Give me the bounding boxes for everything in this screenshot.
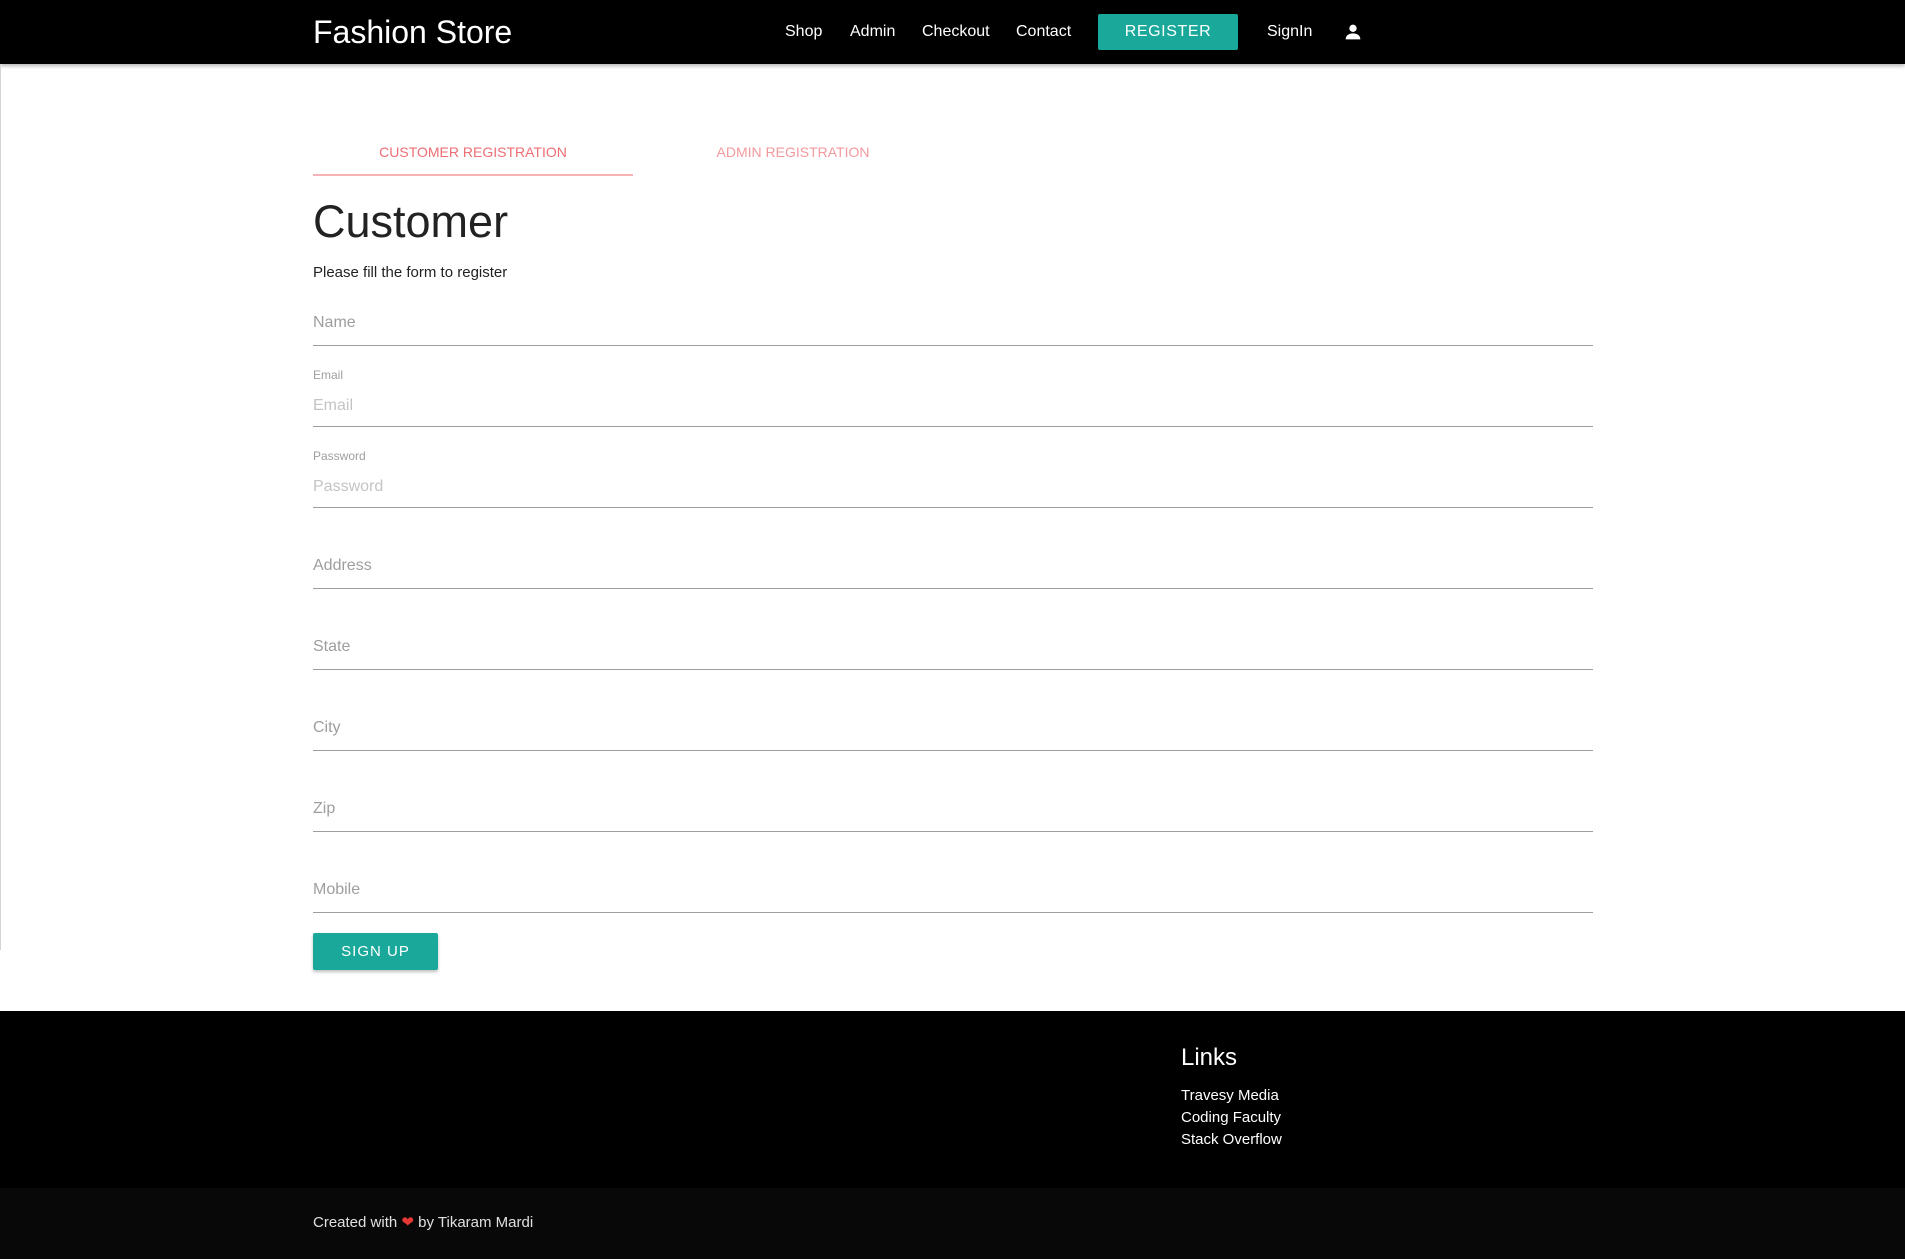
footer-link-stack-overflow[interactable]: Stack Overflow (1181, 1130, 1282, 1150)
address-input[interactable] (313, 553, 1593, 579)
sign-up-button[interactable]: SIGN UP (313, 933, 438, 970)
address-field-wrapper (313, 553, 1593, 589)
footer-copyright-bar (0, 1188, 1905, 1259)
registration-tabs: CUSTOMER REGISTRATION ADMIN REGISTRATION (313, 132, 953, 176)
copyright-author: by Tikaram Mardi (418, 1214, 534, 1231)
page-left-border (0, 64, 1, 950)
email-input[interactable] (313, 393, 1593, 419)
nav-link-signin[interactable]: SignIn (1267, 20, 1312, 44)
nav-link-admin[interactable]: Admin (850, 20, 895, 44)
nav-link-shop[interactable]: Shop (785, 20, 822, 44)
password-label: Password (313, 449, 366, 463)
nav-link-contact[interactable]: Contact (1016, 20, 1071, 44)
brand-logo[interactable]: Fashion Store (313, 12, 512, 52)
form-subtitle: Please fill the form to register (313, 264, 508, 281)
zip-field-wrapper (313, 796, 1593, 832)
zip-input[interactable] (313, 796, 1593, 822)
footer-copyright: Created with ❤ by Tikaram Mardi (313, 1213, 533, 1233)
password-field-wrapper: Password (313, 449, 1593, 508)
state-input[interactable] (313, 634, 1593, 660)
city-field-wrapper (313, 715, 1593, 751)
footer (0, 1011, 1905, 1188)
footer-links-title: Links (1181, 1044, 1238, 1071)
email-field-wrapper: Email (313, 368, 1593, 427)
heart-icon: ❤ (401, 1214, 414, 1231)
active-tab-indicator (313, 174, 633, 176)
mobile-input[interactable] (313, 877, 1593, 903)
mobile-field-wrapper (313, 877, 1593, 913)
footer-link-coding-faculty[interactable]: Coding Faculty (1181, 1108, 1281, 1128)
footer-link-travesy-media[interactable]: Travesy Media (1181, 1086, 1279, 1106)
email-label: Email (313, 368, 344, 382)
page-title: Customer (313, 196, 509, 247)
tab-admin-registration[interactable]: ADMIN REGISTRATION (633, 132, 953, 176)
navbar: Fashion Store Shop Admin Checkout Contac… (0, 0, 1905, 64)
copyright-prefix: Created with (313, 1214, 398, 1231)
nav-link-checkout[interactable]: Checkout (922, 20, 990, 44)
state-field-wrapper (313, 634, 1593, 670)
person-icon[interactable] (1342, 21, 1364, 43)
tab-customer-registration[interactable]: CUSTOMER REGISTRATION (313, 132, 633, 176)
register-button[interactable]: REGISTER (1098, 14, 1238, 50)
password-input[interactable] (313, 474, 1593, 500)
name-input[interactable] (313, 310, 1593, 336)
name-field-wrapper (313, 310, 1593, 346)
city-input[interactable] (313, 715, 1593, 741)
